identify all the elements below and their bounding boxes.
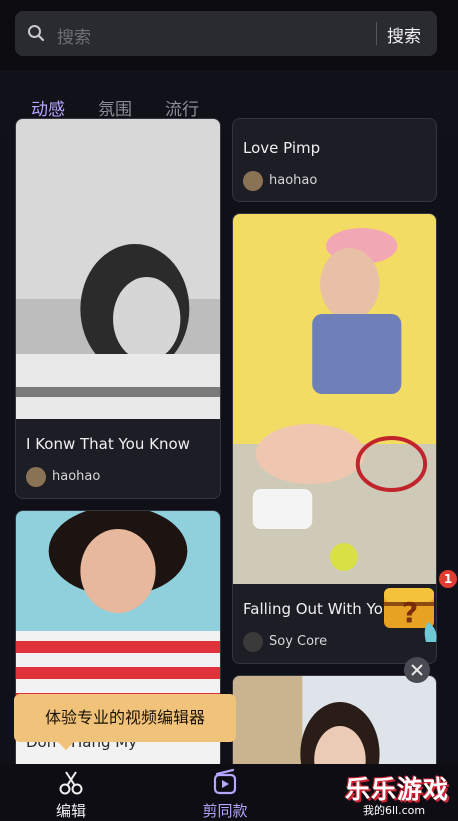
avatar [243, 171, 263, 191]
nav-edit-label: 编辑 [55, 802, 86, 820]
nav-edit[interactable]: 编辑 [11, 764, 131, 820]
nav-templates-label: 剪同款 [202, 802, 248, 820]
watermark-logo: 乐乐游戏 [345, 775, 450, 804]
video-thumbnail [16, 119, 220, 419]
search-button[interactable]: 搜索 [387, 22, 421, 47]
card-title: Falling Out With Yo [243, 600, 383, 618]
header: 搜索 搜索 [0, 0, 458, 70]
template-icon [213, 768, 237, 795]
tab-liuxing[interactable]: 流行 [165, 95, 199, 120]
avatar [243, 632, 263, 652]
close-promo-button[interactable] [404, 657, 430, 683]
watermark-url: 我的6ll.com [363, 804, 426, 817]
video-thumbnail [233, 214, 436, 584]
tooltip-pointer [58, 742, 74, 750]
search-input[interactable]: 搜索 [57, 23, 91, 48]
close-icon [411, 664, 423, 676]
editor-promo-tooltip[interactable]: 体验专业的视频编辑器 [14, 694, 236, 742]
treasure-chest-icon[interactable]: ? 1 [378, 570, 458, 650]
template-card[interactable]: Love Pimp haohao [232, 118, 437, 202]
svg-text:?: ? [402, 596, 418, 629]
template-card[interactable]: I Konw That You Know haohao [15, 118, 221, 499]
author-name: Soy Core [269, 634, 328, 649]
scissors-icon [59, 771, 83, 795]
author-name: haohao [269, 173, 318, 188]
avatar [26, 467, 46, 487]
tab-dongan[interactable]: 动感 [31, 95, 65, 120]
video-thumbnail [233, 676, 436, 774]
search-divider [376, 22, 377, 45]
tab-fenwei[interactable]: 氛围 [98, 95, 132, 120]
author-name: haohao [52, 469, 101, 484]
card-title: Love Pimp [243, 139, 321, 157]
card-title: I Konw That You Know [26, 435, 190, 453]
nav-templates[interactable]: 剪同款 [165, 764, 285, 820]
promo-badge-count: 1 [444, 572, 452, 586]
search-icon [28, 25, 45, 42]
search-bar[interactable]: 搜索 搜索 [15, 11, 437, 56]
template-card[interactable] [232, 675, 437, 775]
